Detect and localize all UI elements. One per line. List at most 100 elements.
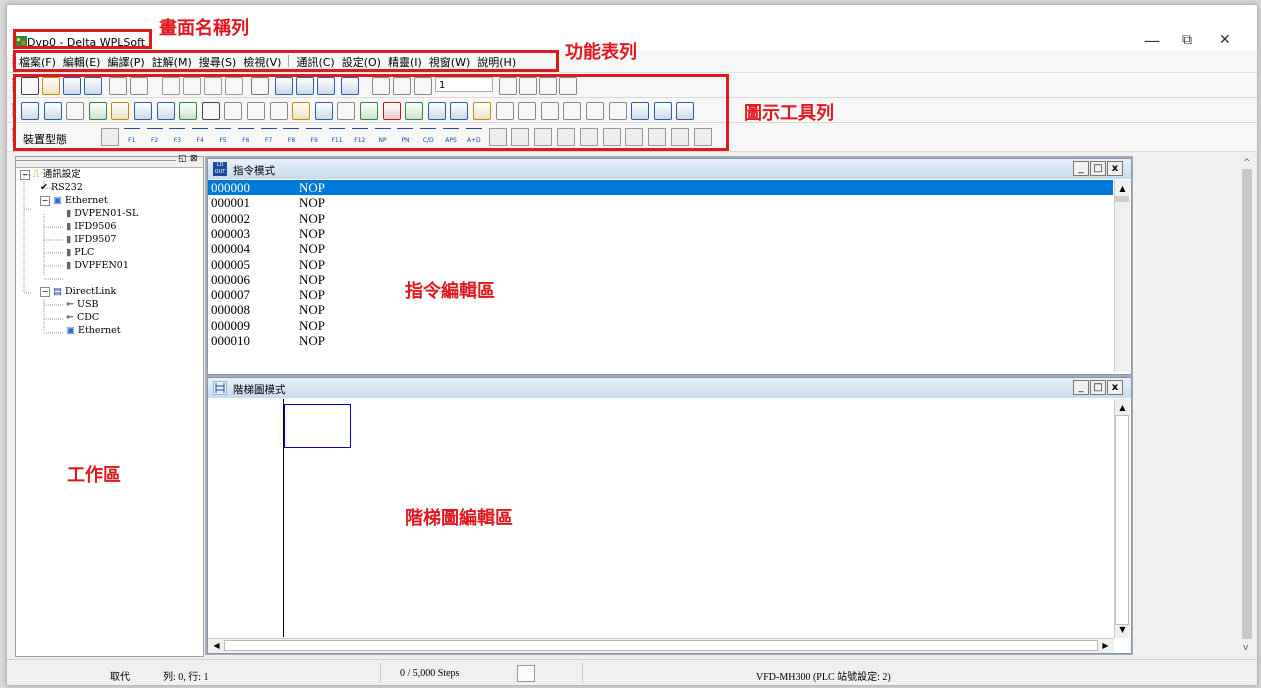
ladder-tool-icon[interactable] <box>625 128 644 146</box>
ladder-tool-icon[interactable]: F5 <box>215 128 231 145</box>
instruction-row[interactable]: 000006 NOP <box>211 272 1104 287</box>
ladder-canvas[interactable] <box>208 399 1113 637</box>
tree-item-comm-settings[interactable]: − ⎍ 通訊設定 <box>20 169 81 181</box>
menu-item[interactable]: 編輯(E) <box>63 54 101 70</box>
ladder-tool-icon[interactable]: F1 <box>123 128 140 145</box>
main-vscroll[interactable]: ^ v <box>1240 156 1254 655</box>
menu-item[interactable]: 註解(M) <box>152 54 192 70</box>
collapse-icon[interactable]: − <box>40 196 50 206</box>
restore-button[interactable]: ⧉ <box>1182 32 1192 48</box>
instruction-mode-window[interactable]: LD OUT 指令模式 _ □ x 000000 NOP 000001 NOP 0000… <box>207 158 1132 375</box>
ladder-hscroll[interactable]: ◀ ▶ <box>208 638 1114 653</box>
instruction-row[interactable]: 000000 NOP <box>208 180 1113 195</box>
toolbar-icon[interactable] <box>337 102 356 120</box>
ladder-tool-icon[interactable] <box>693 128 712 146</box>
toolbar-icon[interactable] <box>608 102 627 120</box>
menu-item[interactable]: 檔案(F) <box>19 54 56 70</box>
scroll-right-arrow[interactable]: ▶ <box>1099 639 1112 652</box>
scroll-left-arrow[interactable]: ◀ <box>210 639 223 652</box>
instruction-vscroll[interactable]: ▲ <box>1114 180 1130 372</box>
refresh-icon[interactable] <box>539 77 557 95</box>
instruction-row[interactable]: 000004 NOP <box>211 241 1104 256</box>
toolbar-icon[interactable] <box>111 102 130 120</box>
instruction-window-titlebar[interactable]: LD OUT 指令模式 _ □ x <box>208 159 1131 179</box>
toolbar-icon[interactable] <box>676 102 695 120</box>
tree-item-device[interactable]: ▮ IFD9506 <box>66 221 116 233</box>
ladder-tool-icon[interactable]: F11 <box>329 128 345 145</box>
tree-item-directlink[interactable]: − ▤ DirectLink <box>40 286 116 298</box>
menu-item[interactable]: 視窗(W) <box>429 54 470 70</box>
toolbar-icon[interactable] <box>247 102 265 120</box>
tree-item-device[interactable]: ▮ PLC <box>66 247 94 259</box>
menu-item[interactable]: 搜尋(S) <box>199 54 237 70</box>
toolbar-icon[interactable] <box>518 102 537 120</box>
close-panel-icon[interactable]: ⊠ <box>190 154 198 164</box>
toolbar-icon[interactable] <box>382 102 401 120</box>
tree-item-ethernet[interactable]: − ▣ Ethernet <box>40 195 108 207</box>
scroll-up-arrow[interactable]: ▲ <box>1116 401 1129 414</box>
menu-item[interactable]: 說明(H) <box>477 54 516 70</box>
link-icon[interactable] <box>559 77 577 95</box>
eraser-icon[interactable] <box>225 77 243 95</box>
toolbar-icon[interactable] <box>495 102 514 120</box>
ladder-tool-icon[interactable]: APS <box>443 128 459 145</box>
menu-item[interactable]: 精靈(I) <box>388 54 422 70</box>
toolbar-icon[interactable] <box>360 102 378 120</box>
ladder-tool-icon[interactable] <box>101 128 119 146</box>
scroll-thumb[interactable] <box>1115 415 1129 625</box>
toolbar-icon[interactable] <box>314 102 333 120</box>
toolbar-icon[interactable] <box>66 102 85 120</box>
main-scroll-thumb[interactable] <box>1242 169 1252 639</box>
tree-item-usb[interactable]: ⇽ USB <box>66 299 99 311</box>
h-scroll-thumb[interactable] <box>224 640 1098 651</box>
instruction-row[interactable]: 000002 NOP <box>211 211 1104 226</box>
ladder-tool-icon[interactable]: F4 <box>192 128 209 145</box>
maximize-child-button[interactable]: □ <box>1090 380 1106 395</box>
toolbar-icon[interactable] <box>292 102 311 120</box>
step-up-icon[interactable] <box>499 77 517 95</box>
minimize-child-button[interactable]: _ <box>1073 161 1089 176</box>
ladder-tool-icon[interactable] <box>557 128 575 146</box>
menu-item[interactable]: 設定(O) <box>342 54 381 70</box>
ladder-vscroll[interactable]: ▲ ▼ <box>1114 399 1130 638</box>
ladder-tool-icon[interactable]: F6 <box>237 128 254 145</box>
toolbar-icon[interactable] <box>405 102 424 120</box>
toolbar-icon[interactable] <box>563 102 582 120</box>
toolbar-icon[interactable] <box>88 102 107 120</box>
ladder-tool-icon[interactable] <box>488 128 507 146</box>
offline-icon[interactable] <box>130 77 148 95</box>
toolbar-icon[interactable] <box>540 102 559 120</box>
copy-icon[interactable] <box>183 77 201 95</box>
online-icon[interactable] <box>109 77 127 95</box>
maximize-child-button[interactable]: □ <box>1090 161 1106 176</box>
undo-icon[interactable] <box>251 77 269 95</box>
ladder-tool-icon[interactable]: C/D <box>420 128 437 145</box>
instruction-row[interactable]: 000010 NOP <box>211 333 1104 348</box>
menu-item[interactable]: 通訊(C) <box>296 54 334 70</box>
instruction-row[interactable]: 000008 NOP <box>211 302 1104 317</box>
tree-item-device[interactable]: ▮ DVPEN01-SL <box>66 208 138 220</box>
paste-icon[interactable] <box>204 77 222 95</box>
ladder-tool-icon[interactable]: F12 <box>351 128 368 145</box>
scroll-up-arrow[interactable]: ▲ <box>1116 182 1129 195</box>
toolbar-icon[interactable] <box>427 102 446 120</box>
ladder-tool-icon[interactable] <box>648 128 667 146</box>
toolbar-icon[interactable] <box>156 102 175 120</box>
save-as-icon[interactable] <box>84 77 102 95</box>
monitor-icon[interactable] <box>372 77 390 95</box>
ladder-tool-icon[interactable]: F2 <box>146 128 163 145</box>
tree-item-rs232[interactable]: ✔ RS232 <box>40 182 83 194</box>
tree-item-cdc[interactable]: ⇽ CDC <box>66 312 99 324</box>
minimize-button[interactable]: — <box>1144 31 1160 50</box>
step-icon[interactable] <box>519 77 537 95</box>
toolbar-icon[interactable] <box>43 102 62 120</box>
stop-icon[interactable] <box>414 77 432 95</box>
collapse-icon[interactable]: − <box>40 287 50 297</box>
toolbar-icon[interactable] <box>179 102 198 120</box>
pin-icon[interactable]: ◱ <box>178 154 187 164</box>
ladder-tool-icon[interactable]: F3 <box>169 128 186 145</box>
ladder-tool-icon[interactable]: NP <box>374 128 391 145</box>
instruction-row[interactable]: 000009 NOP <box>211 318 1104 333</box>
minimize-child-button[interactable]: _ <box>1073 380 1089 395</box>
ladder-mode-window[interactable]: 階梯圖模式 _ □ x ▲ ▼ ◀ ▶ <box>207 377 1132 654</box>
